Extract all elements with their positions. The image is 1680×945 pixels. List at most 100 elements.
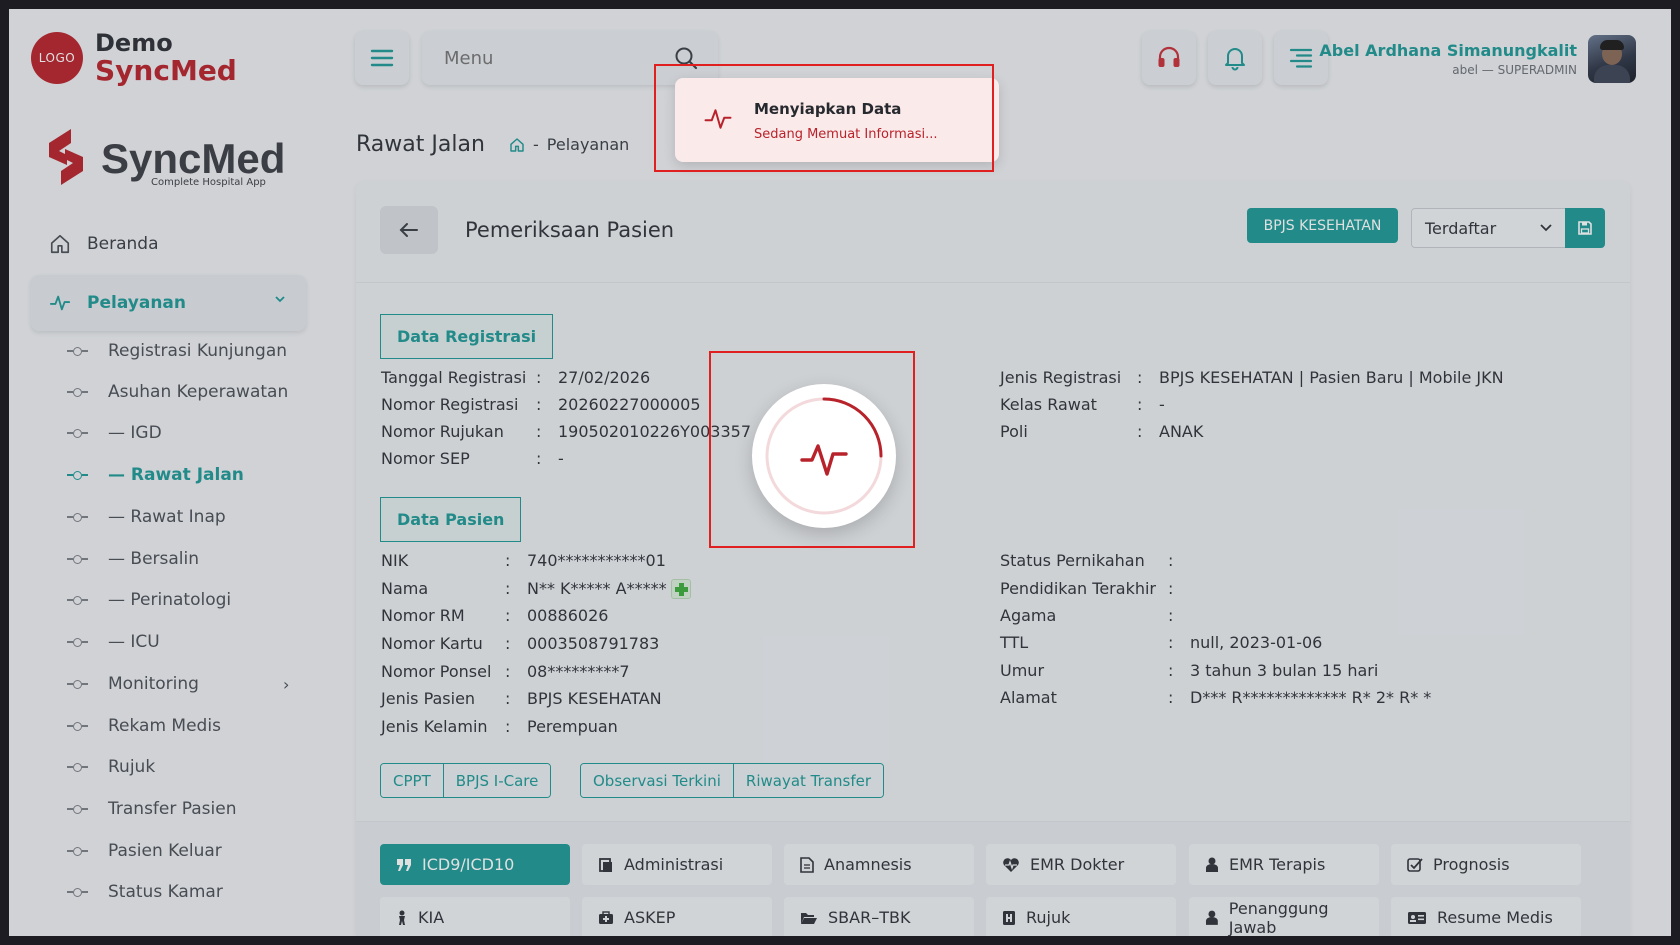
tab-resume-medis[interactable]: Resume Medis [1391, 897, 1581, 936]
tab-emr-dokter[interactable]: EMR Dokter [986, 844, 1176, 885]
card-title: Pemeriksaan Pasien [465, 218, 675, 242]
tab-rujuk[interactable]: Rujuk [986, 897, 1176, 936]
search-icon[interactable] [674, 46, 698, 75]
support-button[interactable] [1142, 31, 1196, 85]
medkit-icon [599, 910, 613, 924]
sidebar-subitem[interactable]: — Perinatologi [67, 590, 231, 610]
pasien-nik: NIK:740***********01 [381, 551, 666, 570]
brand-text: Demo SyncMed [95, 31, 237, 85]
bullet-icon [67, 428, 88, 438]
menu-search-input[interactable] [444, 47, 664, 69]
brand-demo: Demo [95, 29, 173, 57]
bpjs-kesehatan-button[interactable]: BPJS KESEHATAN [1247, 208, 1398, 243]
sidebar-subitem[interactable]: — IGD [67, 423, 162, 443]
home-icon[interactable] [509, 137, 525, 153]
headset-icon [1158, 46, 1180, 67]
sidebar-subitem-label: Rujuk [108, 757, 156, 777]
menu-search[interactable] [422, 31, 718, 85]
save-button[interactable] [1565, 208, 1605, 248]
sidebar-subitem-label: Asuhan Keperawatan [108, 382, 289, 402]
tab-icd9-icd10[interactable]: ICD9/ICD10 [380, 844, 570, 885]
loading-spinner [752, 384, 896, 528]
sidebar-subitem[interactable]: — Bersalin [67, 549, 199, 569]
status-select[interactable]: Terdaftar [1411, 208, 1566, 248]
user-info[interactable]: Abel Ardhana Simanungkalit abel — SUPERA… [1319, 41, 1577, 77]
sidebar-subitem[interactable]: Asuhan Keperawatan [67, 382, 289, 402]
folder-open-icon [801, 912, 817, 924]
tab-label: EMR Terapis [1229, 855, 1326, 874]
toast-title: Menyiapkan Data [754, 100, 902, 118]
tab-label: KIA [418, 908, 445, 927]
sidebar-subitem-active[interactable]: — Rawat Jalan [67, 465, 244, 485]
breadcrumb-item[interactable]: Pelayanan [547, 135, 630, 154]
tab-prognosis[interactable]: Prognosis [1391, 844, 1581, 885]
sidebar-subitem[interactable]: Status Kamar [67, 882, 223, 902]
cppt-button[interactable]: CPPT [381, 764, 443, 797]
action-group-2: Observasi Terkini Riwayat Transfer [580, 763, 884, 798]
spinner-icon [765, 397, 883, 515]
tab-emr-terapis[interactable]: EMR Terapis [1189, 844, 1379, 885]
sidebar-subitem[interactable]: Rekam Medis [67, 716, 221, 736]
examination-card: Pemeriksaan Pasien BPJS KESEHATAN Terdaf… [356, 181, 1630, 936]
reg-nomor: Nomor Registrasi:20260227000005 [381, 395, 701, 414]
tab-label: Administrasi [624, 855, 724, 874]
tab-kia[interactable]: KIA [380, 897, 570, 936]
sidebar-subitem[interactable]: Rujuk [67, 757, 156, 777]
section-data-registrasi: Data Registrasi [380, 314, 554, 359]
tab-askep[interactable]: ASKEP [582, 897, 772, 936]
chevron-right-icon: › [283, 674, 290, 694]
observasi-terkini-button[interactable]: Observasi Terkini [581, 764, 733, 797]
sidebar-item-beranda[interactable]: Beranda [49, 233, 159, 255]
bpjs-plus-icon [670, 579, 691, 599]
sidebar-subitem-label: Transfer Pasien [108, 799, 237, 819]
user-doctor-icon [1206, 857, 1218, 872]
heartbeat-icon [1003, 857, 1019, 872]
sidebar-item-label: Beranda [87, 234, 159, 254]
notification-button[interactable] [1208, 31, 1262, 85]
tab-anamnesis[interactable]: Anamnesis [784, 844, 974, 885]
avatar[interactable] [1588, 35, 1636, 83]
bullet-icon [67, 346, 88, 356]
pasien-alamat: Alamat: D*** R************* R* 2* R* * [1000, 688, 1432, 707]
hospital-icon [1003, 910, 1015, 925]
tab-penanggung-jawab[interactable]: Penanggung Jawab [1189, 897, 1379, 936]
chevron-down-icon [1539, 219, 1553, 238]
pasien-umur: Umur:3 tahun 3 bulan 15 hari [1000, 661, 1379, 680]
user-role: abel — SUPERADMIN [1452, 63, 1577, 77]
sidebar-item-pelayanan[interactable]: Pelayanan [31, 275, 306, 331]
user-icon [1205, 910, 1218, 925]
logo-badge: LOGO [31, 32, 83, 84]
activity-icon [49, 295, 71, 311]
reg-tanggal: Tanggal Registrasi:27/02/2026 [381, 368, 651, 387]
action-group-1: CPPT BPJS I-Care [380, 763, 552, 798]
sidebar-subitem-label: Pasien Keluar [108, 841, 222, 861]
tab-label: ASKEP [624, 908, 676, 927]
pasien-nama: Nama: N** K***** A***** [381, 579, 691, 599]
tab-label: ICD9/ICD10 [422, 855, 515, 874]
hamburger-menu-button[interactable] [355, 31, 409, 85]
syncmed-logo: SyncMed Complete Hospital App [43, 127, 285, 191]
tab-sbar-tbk[interactable]: SBAR–TBK [784, 897, 974, 936]
syncmed-tagline: Complete Hospital App [151, 177, 266, 188]
sidebar-subitem[interactable]: Registrasi Kunjungan [67, 341, 288, 361]
baby-icon [399, 910, 405, 925]
sidebar-subitem[interactable]: Transfer Pasien [67, 799, 237, 819]
sidebar-subitem-monitoring[interactable]: Monitoring › [67, 674, 289, 694]
pasien-rm: Nomor RM:00886026 [381, 606, 609, 625]
bullet-icon [67, 721, 88, 731]
toast-message: Sedang Memuat Informasi... [754, 127, 938, 142]
syncmed-logo-text: SyncMed [101, 135, 286, 182]
sidebar-subitem[interactable]: Pasien Keluar [67, 841, 222, 861]
exam-tabs: ICD9/ICD10 Administrasi Anamnesis EMR Do… [356, 821, 1630, 936]
reg-kelas: Kelas Rawat: - [1000, 395, 1165, 414]
riwayat-transfer-button[interactable]: Riwayat Transfer [732, 764, 883, 797]
sidebar-subitem[interactable]: — ICU [67, 632, 160, 652]
sidebar-subitem-label: — ICU [108, 632, 160, 652]
back-button[interactable] [380, 206, 438, 254]
reg-sep: Nomor SEP: - [381, 449, 564, 468]
bpjs-icare-button[interactable]: BPJS I-Care [442, 764, 551, 797]
tab-administrasi[interactable]: Administrasi [582, 844, 772, 885]
sidebar-subitem[interactable]: — Rawat Inap [67, 507, 226, 527]
check-square-icon [1407, 857, 1423, 872]
sidebar-subitem-label: Registrasi Kunjungan [108, 341, 288, 361]
